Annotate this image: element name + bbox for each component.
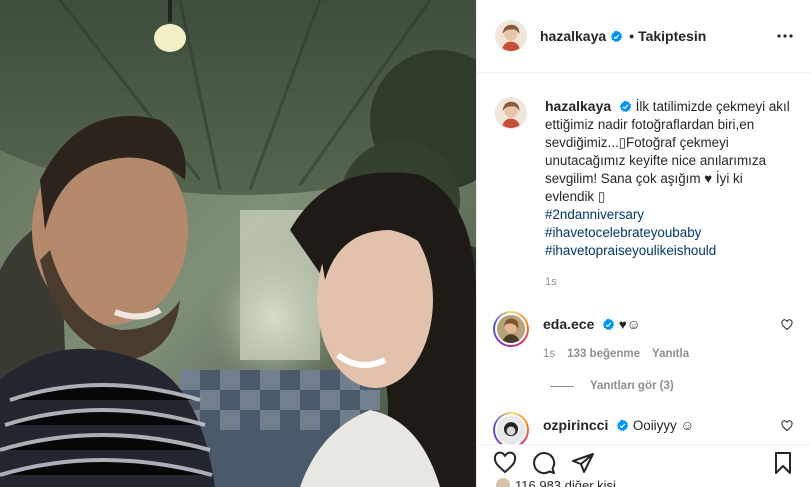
- post-photo[interactable]: [0, 0, 476, 487]
- comment-text: Ooiiyyy ☺: [632, 418, 695, 433]
- commenter-username[interactable]: ozpirincci: [543, 417, 608, 433]
- hashtag-link[interactable]: #ihavetocelebrateyoubaby: [545, 224, 795, 242]
- caption-body: hazalkaya İlk tatilimizde çekmeyi akıl e…: [545, 97, 795, 291]
- hashtag-link[interactable]: #ihavetopraiseyoulikeishould: [545, 242, 795, 260]
- post-image: [0, 0, 476, 487]
- post-actions-bar: 116.983 diğer kişi: [477, 444, 811, 487]
- instagram-post: hazalkaya • Takiptesin hazalkaya İlk tat…: [0, 0, 811, 487]
- comment-text: ♥☺: [618, 317, 641, 332]
- comment-like-heart-icon[interactable]: [781, 319, 793, 331]
- commenter-avatar[interactable]: [493, 311, 529, 347]
- separator-dot: •: [629, 28, 635, 44]
- view-replies-button[interactable]: Yanıtları gör (3): [550, 380, 797, 392]
- comment-item: ozpirincci Ooiiyyy ☺: [493, 412, 797, 444]
- comment-like-heart-icon[interactable]: [781, 420, 793, 432]
- likes-summary[interactable]: 116.983 diğer kişi: [495, 477, 616, 487]
- bookmark-icon[interactable]: [771, 451, 797, 477]
- verified-badge-icon: [616, 419, 629, 432]
- caption-author-avatar[interactable]: [495, 97, 527, 129]
- author-avatar[interactable]: [495, 20, 527, 52]
- commenter-username[interactable]: eda.ece: [543, 316, 594, 332]
- comment-meta: 1s 133 beğenme Yanıtla: [543, 348, 689, 360]
- verified-badge-icon: [610, 30, 623, 42]
- view-replies-label: Yanıtları gör (3): [590, 380, 674, 392]
- likes-summary-text: 116.983 diğer kişi: [515, 477, 616, 487]
- comment-item: eda.ece ♥☺ 1s 133 beğenme Yanıtla: [493, 311, 797, 360]
- caption-username[interactable]: hazalkaya: [545, 98, 611, 114]
- send-icon[interactable]: [571, 451, 597, 477]
- post-header: hazalkaya • Takiptesin: [477, 0, 811, 73]
- verified-badge-icon: [602, 318, 615, 331]
- comment-likes-count[interactable]: 133 beğenme: [567, 348, 640, 360]
- follow-status-button[interactable]: Takiptesin: [638, 28, 706, 44]
- verified-badge-icon: [619, 100, 632, 113]
- caption-text: İlk tatilimizde çekmeyi akıl ettiğimiz n…: [545, 99, 790, 204]
- comment-body: ozpirincci Ooiiyyy ☺: [543, 412, 694, 444]
- reply-button[interactable]: Yanıtla: [652, 348, 689, 360]
- caption-timestamp[interactable]: 1s: [545, 273, 795, 291]
- ellipsis-icon[interactable]: [773, 24, 797, 48]
- heart-icon[interactable]: [493, 451, 519, 477]
- comment-icon[interactable]: [532, 451, 558, 477]
- post-caption: hazalkaya İlk tatilimizde çekmeyi akıl e…: [495, 73, 797, 291]
- comment-body: eda.ece ♥☺: [543, 311, 689, 334]
- comments-scroll-area[interactable]: hazalkaya İlk tatilimizde çekmeyi akıl e…: [477, 73, 811, 444]
- hashtag-link[interactable]: #2ndanniversary: [545, 206, 795, 224]
- author-username[interactable]: hazalkaya: [540, 28, 606, 44]
- comment-timestamp[interactable]: 1s: [543, 348, 555, 360]
- liker-avatar: [495, 477, 511, 487]
- post-side-panel: hazalkaya • Takiptesin hazalkaya İlk tat…: [476, 0, 811, 487]
- commenter-avatar[interactable]: [493, 412, 529, 444]
- replies-divider-line: [550, 385, 574, 387]
